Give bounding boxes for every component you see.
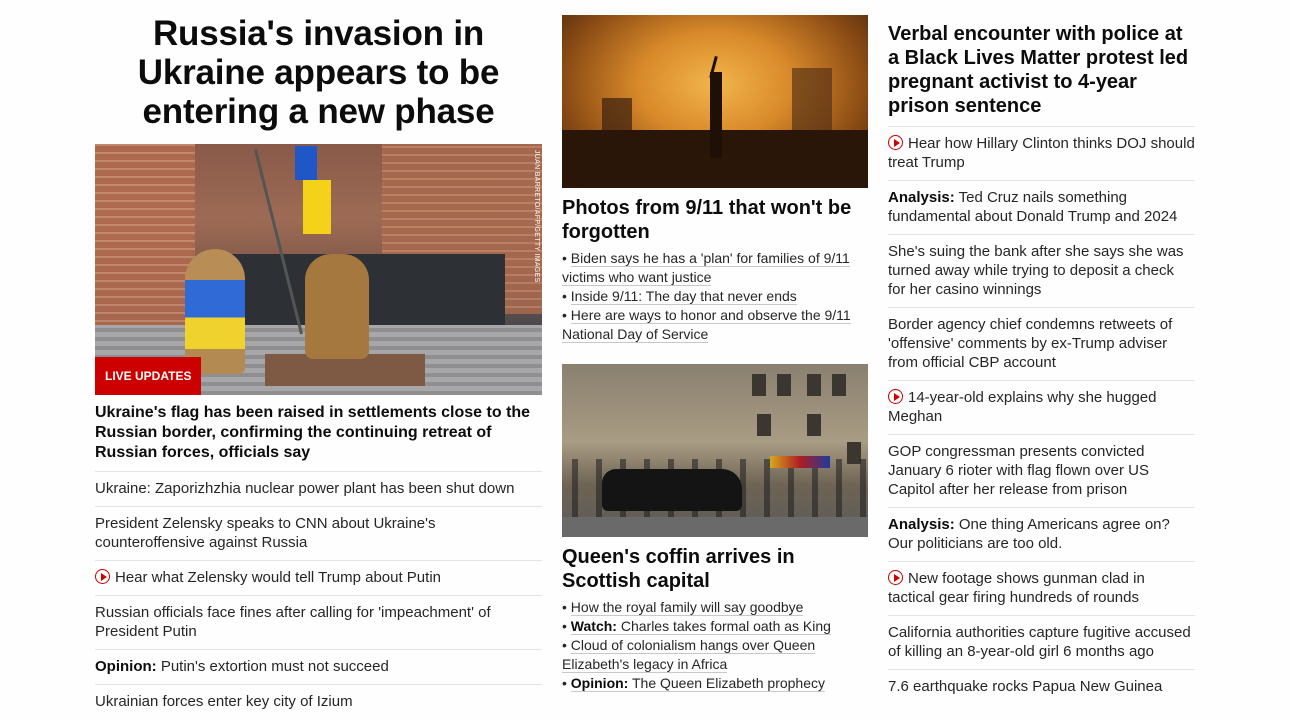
- related-link[interactable]: • Watch: Charles takes formal oath as Ki…: [562, 617, 868, 636]
- story-link[interactable]: GOP congressman presents convicted Janua…: [888, 435, 1195, 508]
- story-text: 7.6 earthquake rocks Papua New Guinea: [888, 678, 1163, 695]
- story-text: Ukraine: Zaporizhzhia nuclear power plan…: [95, 480, 515, 497]
- ukraine-photo[interactable]: JUAN BARRETO/AFP/GETTY IMAGES LIVE UPDAT…: [95, 144, 542, 395]
- story-text: Russian officials face fines after calli…: [95, 604, 491, 640]
- play-video-icon: [95, 569, 110, 584]
- related-link[interactable]: • Opinion: The Queen Elizabeth prophecy: [562, 674, 868, 693]
- story-label: Analysis:: [888, 516, 955, 533]
- story-link[interactable]: President Zelensky speaks to CNN about U…: [95, 507, 542, 561]
- story-link[interactable]: 7.6 earthquake rocks Papua New Guinea: [888, 670, 1195, 704]
- story-text: She's suing the bank after she says she …: [888, 243, 1184, 298]
- section-headline[interactable]: Queen's coffin arrives in Scottish capit…: [562, 545, 868, 593]
- related-link[interactable]: • Cloud of colonialism hangs over Queen …: [562, 636, 868, 674]
- link-text: Inside 9/11: The day that never ends: [570, 288, 797, 304]
- story-text: California authorities capture fugitive …: [888, 624, 1191, 660]
- related-link[interactable]: • Biden says he has a 'plan' for familie…: [562, 249, 868, 287]
- story-link[interactable]: Analysis: One thing Americans agree on? …: [888, 508, 1195, 562]
- related-links: • How the royal family will say goodbye •…: [562, 598, 868, 693]
- play-video-icon: [888, 389, 903, 404]
- story-link[interactable]: California authorities capture fugitive …: [888, 616, 1195, 670]
- related-link[interactable]: • Here are ways to honor and observe the…: [562, 306, 868, 344]
- castle-window: [832, 374, 846, 396]
- castle-window: [757, 414, 771, 436]
- photo-credit: JUAN BARRETO/AFP/GETTY IMAGES: [533, 150, 540, 283]
- story-link[interactable]: 14-year-old explains why she hugged Megh…: [888, 381, 1195, 435]
- story-list: Hear how Hillary Clinton thinks DOJ shou…: [888, 127, 1195, 704]
- story-link[interactable]: Analysis: Ted Cruz nails something funda…: [888, 181, 1195, 235]
- middle-column: Photos from 9/11 that won't be forgotten…: [562, 0, 868, 693]
- story-label: Opinion:: [95, 658, 157, 675]
- story-link[interactable]: She's suing the bank after she says she …: [888, 235, 1195, 308]
- hearse: [602, 469, 742, 511]
- story-link[interactable]: Opinion: Putin's extortion must not succ…: [95, 650, 542, 685]
- story-link[interactable]: Border agency chief condemns retweets of…: [888, 308, 1195, 381]
- link-label: Watch:: [570, 618, 617, 634]
- 911-photo[interactable]: [562, 15, 868, 188]
- section-headline[interactable]: Verbal encounter with police at a Black …: [888, 22, 1195, 127]
- link-text: The Queen Elizabeth prophecy: [631, 675, 825, 691]
- link-text: Biden says he has a 'plan' for families …: [562, 250, 850, 285]
- hero-headline[interactable]: Russia's invasion in Ukraine appears to …: [95, 14, 542, 131]
- related-link[interactable]: • How the royal family will say goodbye: [562, 598, 868, 617]
- play-video-icon: [888, 570, 903, 585]
- road: [562, 517, 868, 537]
- story-text: Ukrainian forces enter key city of Izium: [95, 693, 353, 710]
- story-list: Ukraine: Zaporizhzhia nuclear power plan…: [95, 472, 542, 719]
- story-text: Border agency chief condemns retweets of…: [888, 316, 1173, 371]
- ukraine-flag-blue: [295, 146, 317, 180]
- ukraine-flag-yellow: [303, 180, 331, 234]
- story-link[interactable]: Russian officials face fines after calli…: [95, 596, 542, 650]
- statue-of-liberty: [710, 72, 722, 158]
- related-link[interactable]: • Inside 9/11: The day that never ends: [562, 287, 868, 306]
- story-label: Analysis:: [888, 189, 955, 206]
- statue-draped-flag: [185, 249, 245, 374]
- story-text: New footage shows gunman clad in tactica…: [888, 570, 1145, 606]
- lead-story-headline[interactable]: Ukraine's flag has been raised in settle…: [95, 403, 542, 472]
- story-text: 14-year-old explains why she hugged Megh…: [888, 389, 1157, 425]
- story-link[interactable]: New footage shows gunman clad in tactica…: [888, 562, 1195, 616]
- queen-coffin-photo[interactable]: [562, 364, 868, 537]
- related-links: • Biden says he has a 'plan' for familie…: [562, 249, 868, 344]
- section-headline[interactable]: Photos from 9/11 that won't be forgotten: [562, 196, 868, 244]
- story-text: President Zelensky speaks to CNN about U…: [95, 515, 436, 551]
- story-link[interactable]: Ukraine: Zaporizhzhia nuclear power plan…: [95, 472, 542, 507]
- story-link[interactable]: Hear what Zelensky would tell Trump abou…: [95, 561, 542, 596]
- story-link[interactable]: Ukrainian forces enter key city of Izium: [95, 685, 542, 719]
- story-link[interactable]: Hear how Hillary Clinton thinks DOJ shou…: [888, 127, 1195, 181]
- castle-window: [807, 414, 821, 436]
- main-column: Russia's invasion in Ukraine appears to …: [95, 0, 542, 719]
- link-text: Cloud of colonialism hangs over Queen El…: [562, 637, 816, 672]
- story-text: Hear how Hillary Clinton thinks DOJ shou…: [888, 135, 1195, 171]
- story-text: GOP congressman presents convicted Janua…: [888, 443, 1149, 498]
- castle-window: [807, 374, 821, 396]
- story-text: Hear what Zelensky would tell Trump abou…: [115, 569, 441, 586]
- royal-standard: [770, 456, 830, 468]
- castle-window: [777, 374, 791, 396]
- link-text: Here are ways to honor and observe the 9…: [562, 307, 851, 342]
- building-wall: [95, 144, 195, 344]
- statue-seated-man: [305, 254, 369, 359]
- right-column: Verbal encounter with police at a Black …: [888, 0, 1195, 704]
- castle-window: [752, 374, 766, 396]
- play-video-icon: [888, 135, 903, 150]
- link-label: Opinion:: [570, 675, 629, 691]
- link-text: How the royal family will say goodbye: [570, 599, 804, 615]
- live-updates-badge[interactable]: LIVE UPDATES: [95, 357, 202, 395]
- story-text: Putin's extortion must not succeed: [160, 658, 389, 675]
- link-text: Charles takes formal oath as King: [620, 618, 831, 634]
